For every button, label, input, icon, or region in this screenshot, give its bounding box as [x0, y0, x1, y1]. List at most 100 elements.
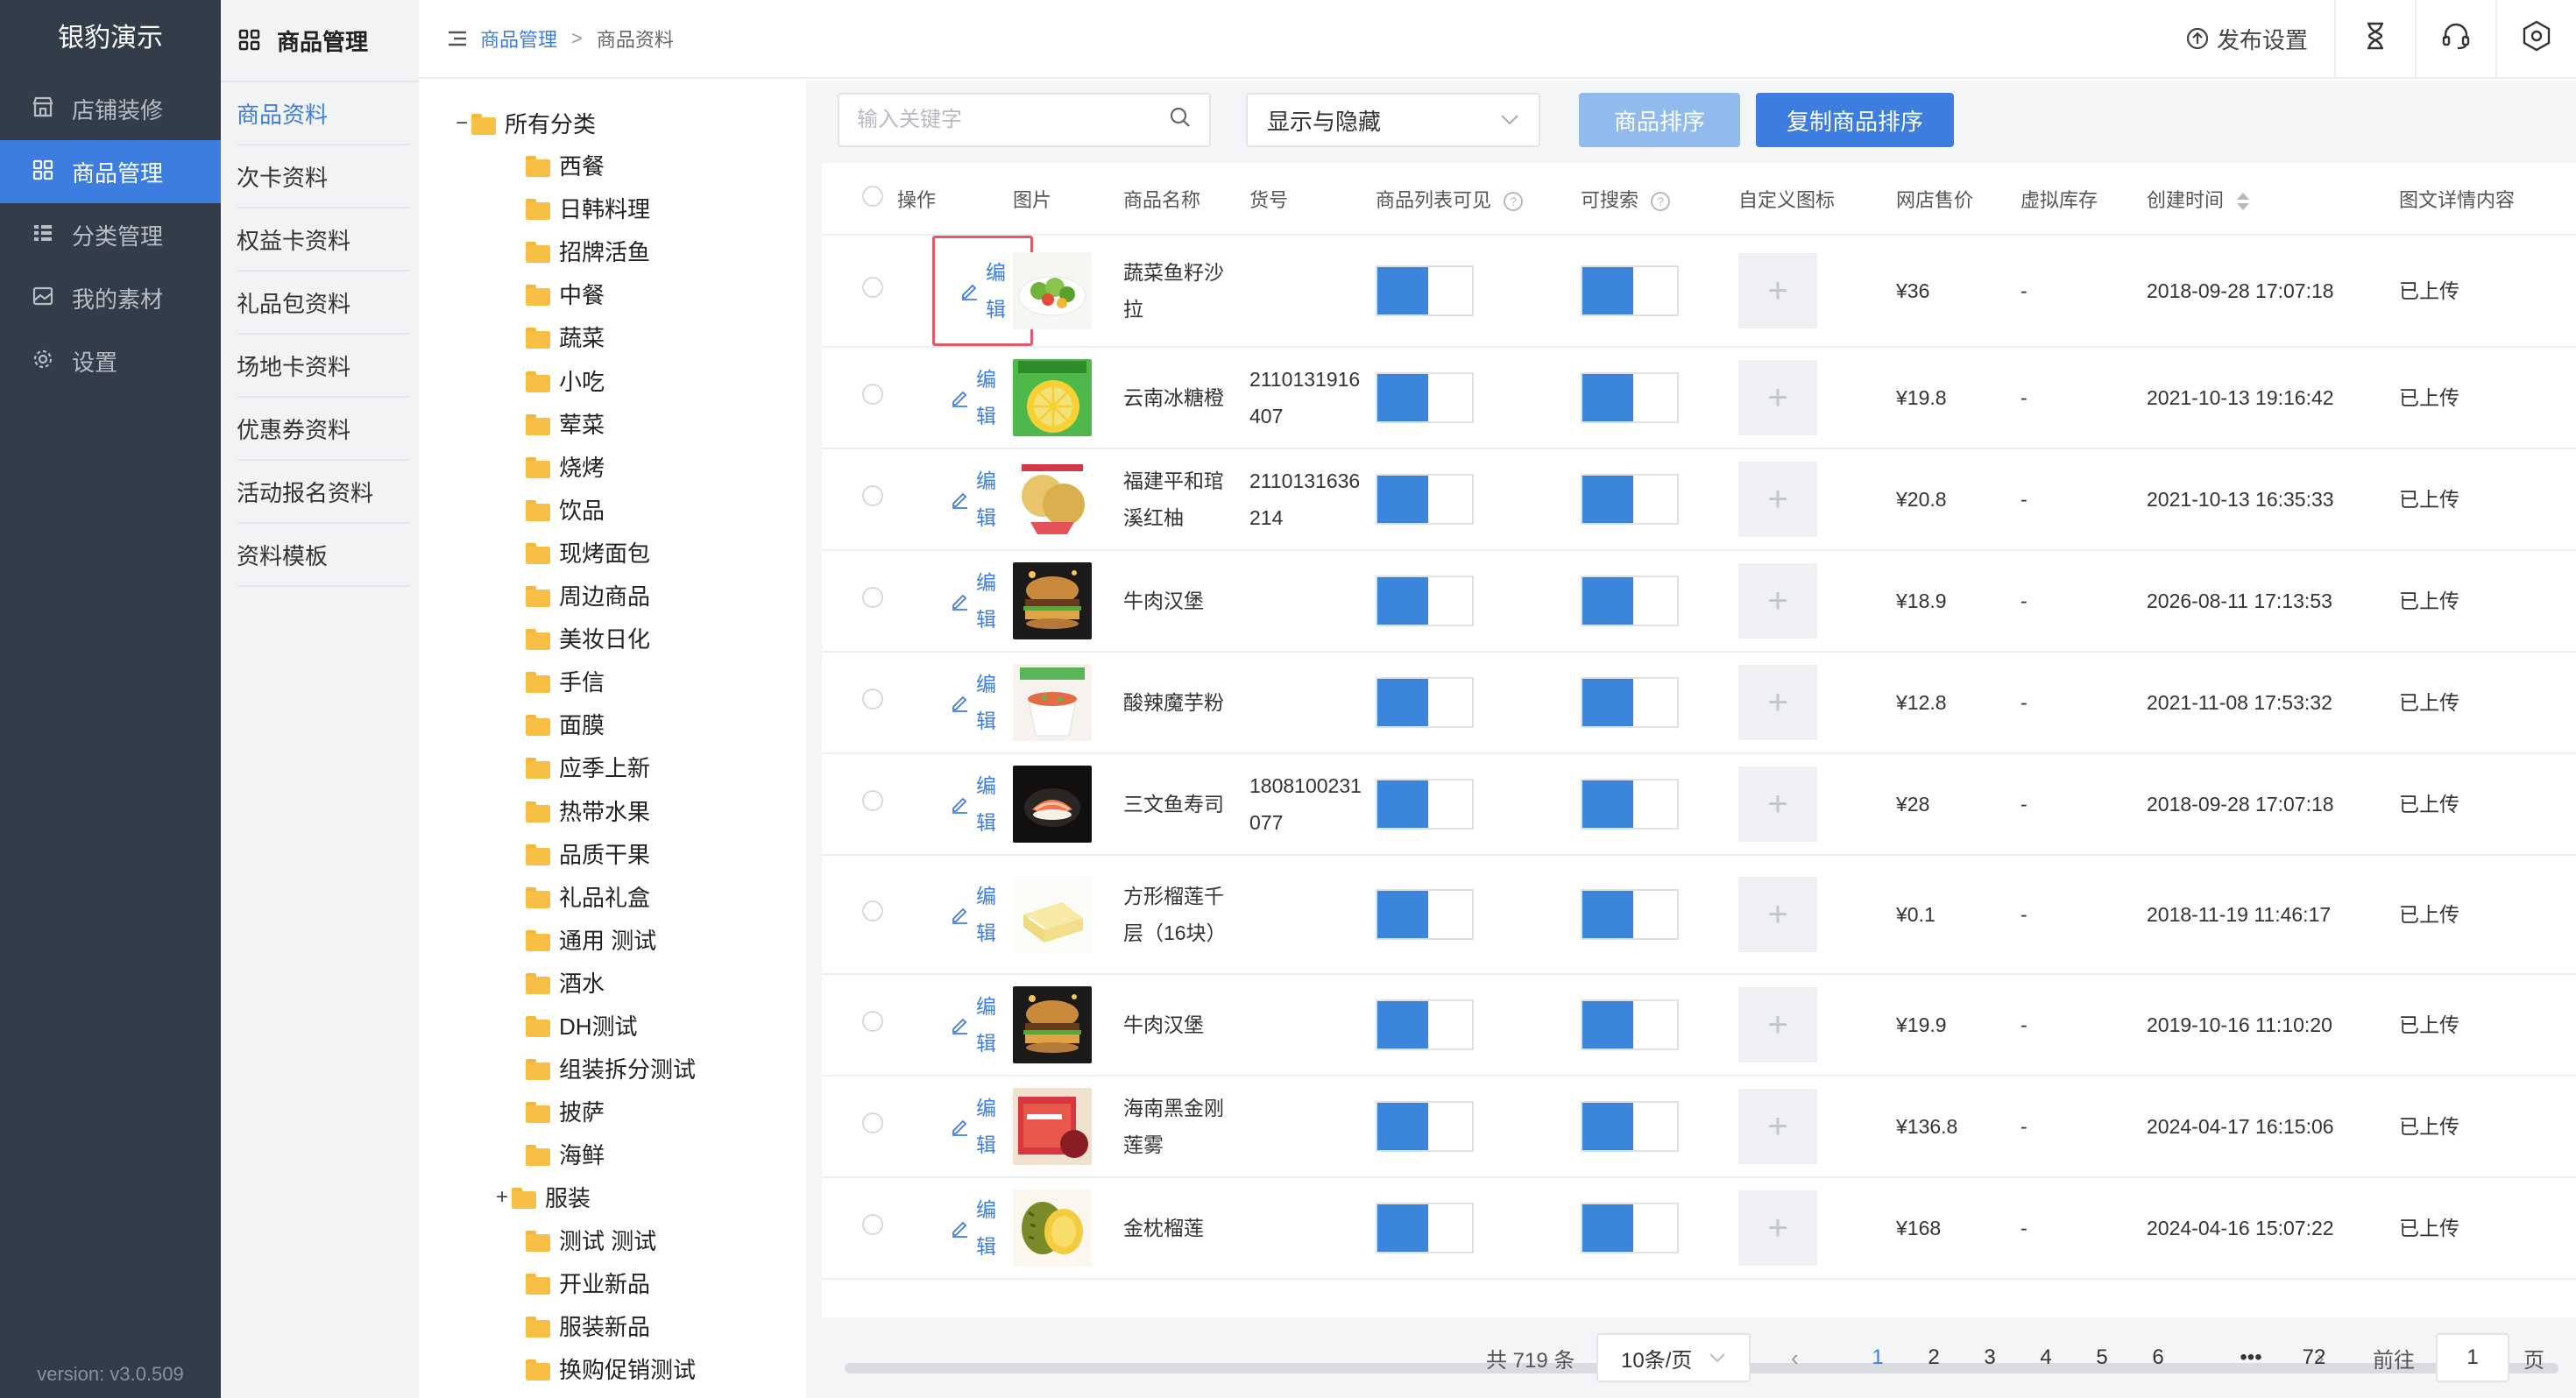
visibility-switch[interactable]	[1581, 265, 1679, 316]
tree-node[interactable]: 开业新品	[526, 1267, 650, 1299]
settings-button[interactable]	[2495, 0, 2576, 78]
edit-button[interactable]: 编辑	[939, 979, 1013, 1070]
sub-menu-item[interactable]: 资料模板	[237, 524, 410, 587]
nav-item-3[interactable]: 我的素材	[0, 266, 221, 329]
search-input[interactable]	[857, 108, 1169, 132]
visibility-switch[interactable]	[1581, 999, 1679, 1050]
visibility-switch[interactable]	[1581, 779, 1679, 830]
page-button[interactable]: •••	[2231, 1345, 2271, 1370]
tree-node[interactable]: 应季上新	[526, 751, 650, 783]
nav-item-0[interactable]: 店铺装修	[0, 77, 221, 140]
sub-menu-item[interactable]: 商品资料	[237, 82, 410, 145]
visibility-switch[interactable]	[1376, 677, 1474, 728]
page-button[interactable]: 6	[2138, 1345, 2178, 1370]
product-image[interactable]	[1013, 986, 1092, 1063]
visibility-switch[interactable]	[1376, 1101, 1474, 1152]
tree-node[interactable]: 手信	[526, 665, 605, 697]
sub-menu-item[interactable]: 权益卡资料	[237, 208, 410, 272]
row-checkbox[interactable]	[862, 485, 883, 506]
visibility-switch[interactable]	[1581, 474, 1679, 525]
tree-node[interactable]: 测试 测试	[526, 1224, 656, 1256]
nav-item-2[interactable]: 分类管理	[0, 203, 221, 266]
row-checkbox[interactable]	[862, 1112, 883, 1133]
page-button[interactable]: 72	[2294, 1345, 2334, 1370]
help-icon[interactable]: ?	[1651, 191, 1671, 211]
goto-page-input[interactable]: 1	[2436, 1333, 2509, 1382]
visibility-switch[interactable]	[1581, 889, 1679, 940]
edit-button[interactable]: 编辑	[939, 454, 1013, 545]
row-checkbox[interactable]	[862, 790, 883, 811]
sub-menu-item[interactable]: 活动报名资料	[237, 461, 410, 524]
add-custom-icon-button[interactable]: +	[1738, 766, 1817, 842]
tree-node[interactable]: 周边商品	[526, 579, 650, 611]
hourglass-button[interactable]	[2334, 0, 2415, 78]
tree-node[interactable]: − 所有分类	[452, 107, 596, 139]
page-button[interactable]: 4	[2026, 1345, 2066, 1370]
add-custom-icon-button[interactable]: +	[1738, 1190, 1817, 1266]
search-icon[interactable]	[1169, 106, 1192, 135]
tree-node[interactable]: 服装新品	[526, 1310, 650, 1342]
tree-node[interactable]: 美妆日化	[526, 622, 650, 654]
tree-node[interactable]: 烧烤	[526, 450, 605, 483]
tree-node[interactable]: 小吃	[526, 364, 605, 397]
tree-node[interactable]: 西餐	[526, 149, 605, 181]
row-checkbox[interactable]	[862, 1011, 883, 1032]
prev-page-button[interactable]: ‹	[1791, 1345, 1799, 1372]
row-checkbox[interactable]	[862, 587, 883, 608]
copy-sort-button[interactable]: 复制商品排序	[1756, 93, 1954, 147]
visibility-select[interactable]: 显示与隐藏	[1246, 93, 1540, 147]
page-button[interactable]: 2	[1914, 1345, 1954, 1370]
product-image[interactable]	[1013, 359, 1092, 436]
tree-node[interactable]: 组装拆分测试	[526, 1052, 696, 1084]
sub-menu-item[interactable]: 场地卡资料	[237, 335, 410, 398]
visibility-switch[interactable]	[1581, 1101, 1679, 1152]
tree-node[interactable]: 招牌活鱼	[526, 235, 650, 267]
visibility-switch[interactable]	[1581, 575, 1679, 626]
sub-menu-item[interactable]: 礼品包资料	[237, 272, 410, 335]
row-checkbox[interactable]	[862, 1214, 883, 1235]
sub-menu-item[interactable]: 优惠券资料	[237, 398, 410, 461]
page-size-select[interactable]: 10条/页	[1596, 1333, 1751, 1382]
visibility-switch[interactable]	[1376, 474, 1474, 525]
tree-node[interactable]: 面膜	[526, 708, 605, 740]
product-image[interactable]	[1013, 766, 1092, 843]
add-custom-icon-button[interactable]: +	[1738, 877, 1817, 952]
add-custom-icon-button[interactable]: +	[1738, 563, 1817, 639]
menu-fold-icon[interactable]	[445, 26, 470, 51]
product-image[interactable]	[1013, 1088, 1092, 1165]
sub-menu-item[interactable]: 次卡资料	[237, 145, 410, 208]
customer-service-button[interactable]	[2415, 0, 2495, 78]
product-sort-button[interactable]: 商品排序	[1579, 93, 1740, 147]
tree-node[interactable]: 中餐	[526, 278, 605, 310]
visibility-switch[interactable]	[1376, 889, 1474, 940]
page-button[interactable]: 3	[1970, 1345, 2010, 1370]
tree-toggle[interactable]: +	[492, 1185, 512, 1210]
add-custom-icon-button[interactable]: +	[1738, 665, 1817, 740]
tree-node[interactable]: 现烤面包	[526, 536, 650, 568]
tree-node[interactable]: 品质干果	[526, 837, 650, 870]
visibility-switch[interactable]	[1581, 372, 1679, 423]
tree-node[interactable]: 海鲜	[526, 1138, 605, 1170]
visibility-switch[interactable]	[1376, 999, 1474, 1050]
page-button[interactable]: 1	[1858, 1345, 1898, 1370]
tree-node[interactable]: 酒水	[526, 966, 605, 999]
add-custom-icon-button[interactable]: +	[1738, 253, 1817, 328]
add-custom-icon-button[interactable]: +	[1738, 1089, 1817, 1164]
edit-button[interactable]: 编辑	[939, 1081, 1013, 1172]
nav-item-4[interactable]: 设置	[0, 329, 221, 392]
product-image[interactable]	[1013, 562, 1092, 639]
row-checkbox[interactable]	[862, 277, 883, 298]
row-checkbox[interactable]	[862, 688, 883, 710]
tree-toggle[interactable]: −	[452, 111, 471, 136]
product-image[interactable]	[1013, 1190, 1092, 1267]
visibility-switch[interactable]	[1581, 1203, 1679, 1253]
edit-button[interactable]: 编辑	[939, 759, 1013, 850]
col-created-time[interactable]: 创建时间	[2147, 163, 2399, 236]
product-image[interactable]	[1013, 876, 1092, 953]
tree-node[interactable]: 换购促销测试	[526, 1352, 696, 1385]
visibility-switch[interactable]	[1376, 575, 1474, 626]
select-all-checkbox[interactable]	[862, 185, 883, 207]
add-custom-icon-button[interactable]: +	[1738, 987, 1817, 1063]
edit-button[interactable]: 编辑	[939, 869, 1013, 960]
help-icon[interactable]: ?	[1504, 191, 1524, 211]
